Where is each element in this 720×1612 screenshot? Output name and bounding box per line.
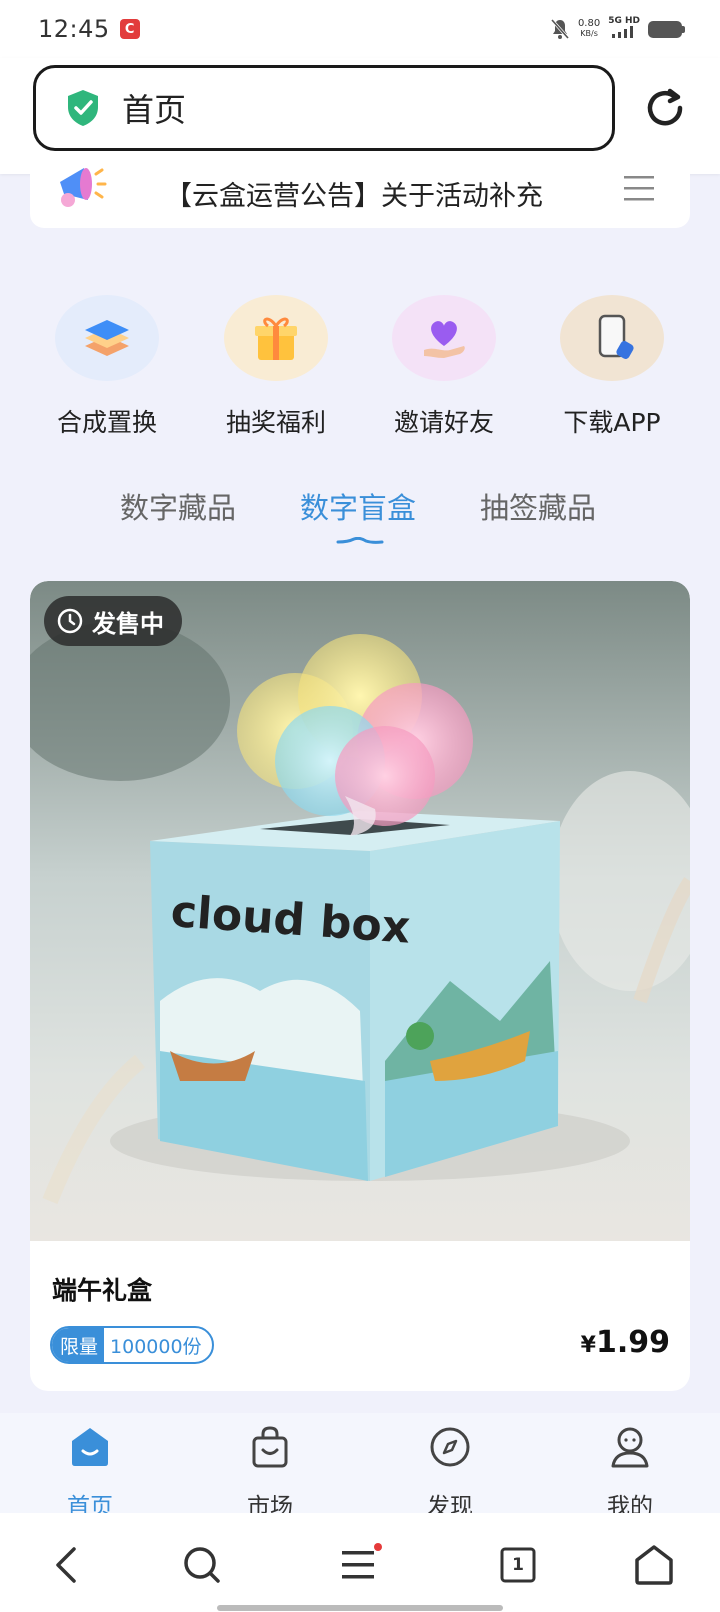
- limited-quantity-tag: 限量 100000份: [50, 1326, 214, 1364]
- nav-discover[interactable]: 发现: [390, 1425, 510, 1521]
- status-bar: 12:45 C 0.80 KB/s 5G HD: [0, 0, 720, 58]
- announcement-bar[interactable]: 【云盒运营公告】关于活动补充: [30, 160, 690, 228]
- quick-action-label: 抽奖福利: [225, 408, 326, 437]
- net-speed: 0.80 KB/s: [578, 19, 600, 39]
- megaphone-icon: [60, 168, 107, 207]
- mute-bell-icon: [550, 19, 570, 39]
- quick-action-label: 合成置换: [56, 408, 157, 437]
- app-notification-icon: C: [119, 19, 140, 39]
- announcement-text: 【云盒运营公告】关于活动补充: [165, 181, 543, 212]
- nav-profile[interactable]: 我的: [570, 1425, 690, 1521]
- home-icon[interactable]: [632, 1543, 676, 1587]
- quick-action-label: 下载APP: [563, 408, 661, 437]
- gesture-home-bar[interactable]: [217, 1605, 503, 1611]
- tab-draw-collectibles[interactable]: 抽签藏品: [480, 485, 596, 527]
- quick-action-compose[interactable]: 合成置换: [27, 295, 187, 439]
- url-text: 首页: [122, 91, 187, 129]
- status-indicators: 0.80 KB/s 5G HD: [550, 17, 685, 41]
- tab-digital-blind-box[interactable]: 数字盲盒: [300, 485, 416, 527]
- product-title: 端午礼盒: [52, 1276, 153, 1305]
- heart-hand-icon: [392, 295, 496, 381]
- bottom-navigation: 首页 市场 发现 我的: [0, 1413, 720, 1520]
- quick-action-label: 邀请好友: [393, 408, 494, 437]
- tab-count: 1: [512, 1555, 524, 1575]
- tab-digital-collectibles[interactable]: 数字藏品: [120, 485, 236, 527]
- address-bar[interactable]: 首页: [33, 65, 615, 151]
- phone-icon: [560, 295, 664, 381]
- quick-action-lottery[interactable]: 抽奖福利: [196, 295, 356, 439]
- net-speed-unit: KB/s: [580, 29, 598, 38]
- tabs-button[interactable]: 1: [496, 1543, 540, 1587]
- browser-toolbar: 首页: [0, 58, 720, 174]
- browser-bottom-bar: 1: [0, 1513, 720, 1612]
- compass-icon: [430, 1427, 470, 1467]
- security-shield-icon: [68, 90, 98, 126]
- quick-action-download[interactable]: 下载APP: [532, 295, 692, 439]
- search-icon[interactable]: [180, 1543, 224, 1587]
- battery-icon: [648, 20, 685, 38]
- price-currency: ¥: [580, 1333, 596, 1358]
- category-tabs: 数字藏品 数字盲盒 抽签藏品: [0, 485, 720, 545]
- product-image[interactable]: cloud box 发售中: [30, 581, 690, 1241]
- menu-icon[interactable]: [338, 1543, 382, 1587]
- status-time: 12:45: [38, 15, 110, 43]
- clock-icon: [57, 608, 83, 634]
- limit-value: 100000份: [110, 1335, 202, 1358]
- net-speed-value: 0.80: [577, 18, 601, 29]
- network-type: 5G HD: [608, 16, 640, 26]
- back-icon[interactable]: [46, 1543, 90, 1587]
- product-price: ¥1.99: [581, 1325, 670, 1360]
- product-card[interactable]: cloud box 发售中 端午礼盒 限量 100000份 ¥1.99: [30, 581, 690, 1391]
- quick-actions: 合成置换 抽奖福利 邀请好友 下载APP: [0, 295, 720, 445]
- nav-market[interactable]: 市场: [210, 1425, 330, 1521]
- shopping-bag-icon: [252, 1426, 288, 1468]
- quick-action-invite[interactable]: 邀请好友: [364, 295, 524, 439]
- signal-bars-icon: [612, 26, 634, 38]
- gift-box-icon: [224, 295, 328, 381]
- nav-home[interactable]: 首页: [30, 1425, 150, 1521]
- layers-icon: [55, 295, 159, 381]
- menu-icon[interactable]: [624, 174, 654, 202]
- reload-icon[interactable]: [640, 83, 690, 133]
- status-badge-text: 发售中: [92, 609, 164, 638]
- limit-label: 限量: [52, 1328, 105, 1362]
- signal-indicator: 5G HD: [608, 17, 640, 41]
- active-tab-indicator: [336, 537, 384, 544]
- user-icon: [611, 1427, 649, 1468]
- status-badge: 发售中: [44, 596, 182, 646]
- price-amount: 1.99: [595, 1325, 670, 1360]
- home-icon: [72, 1428, 108, 1466]
